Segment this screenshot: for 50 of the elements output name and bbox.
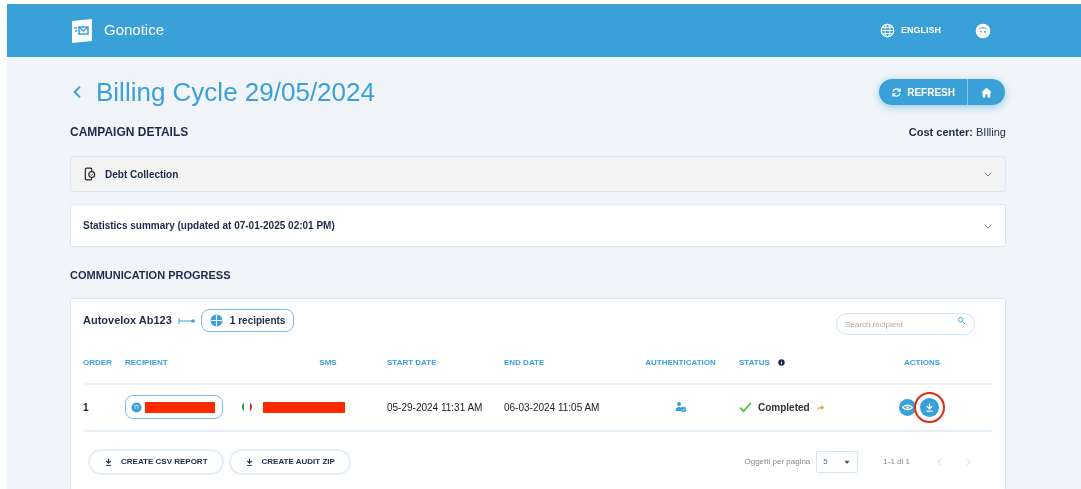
accordion-panel[interactable]: Debt Collection <box>70 156 1006 192</box>
user-avatar-icon <box>131 401 142 413</box>
home-icon <box>980 85 993 99</box>
download-button[interactable] <box>920 397 939 417</box>
logo-icon <box>70 17 94 44</box>
page-title: Billing Cycle 29/05/2024 <box>96 75 375 109</box>
column-header: START DATE <box>387 357 437 367</box>
column-header: AUTHENTICATION <box>645 357 716 367</box>
flag-icon <box>241 401 253 413</box>
download-icon <box>104 456 113 467</box>
per-page-label: Oggetti per pagina <box>744 455 811 468</box>
search-field[interactable]: Search recipient <box>836 313 975 335</box>
phone-check-icon <box>83 166 97 182</box>
user-avatar-icon[interactable] <box>975 22 991 39</box>
download-icon <box>924 401 935 413</box>
status-text: Completed <box>758 400 810 415</box>
redaction-bar <box>145 401 215 413</box>
column-header: RECIPIENT <box>125 357 168 367</box>
recipient-chip[interactable] <box>125 395 223 419</box>
accordion-panel[interactable]: Statistics summary (updated at 07-01-2025 02:01 PM) <box>70 204 1006 247</box>
table-cell: 06-03-2024 11:05 AM <box>504 401 600 413</box>
column-header: ACTIONS <box>904 357 940 367</box>
connector-icon <box>177 315 195 326</box>
report-button[interactable]: CREATE AUDIT ZIP <box>228 448 351 475</box>
recipients-count: 1 recipients <box>229 314 286 328</box>
column-header: ORDER <box>83 357 112 367</box>
column-header: STATUS <box>739 356 770 369</box>
checkmark-icon <box>739 400 752 414</box>
download-icon <box>244 456 254 467</box>
forward-arrow-icon <box>815 402 825 412</box>
section-heading: COMMUNICATION PROGRESS <box>70 268 232 283</box>
table-cell: 05-29-2024 11:31 AM <box>387 401 483 413</box>
panel-title: Debt Collection <box>105 167 179 182</box>
view-button[interactable] <box>899 398 916 416</box>
search-icon <box>957 315 966 325</box>
refresh-icon <box>891 86 903 98</box>
column-header: SMS <box>319 357 337 367</box>
campaign-name: Autovelox Ab123 <box>83 313 172 329</box>
cost-center-text: Cost center: BIlling <box>908 124 1006 140</box>
panel-title: Statistics summary (updated at 07-01-2025 02:01 PM) <box>83 219 335 233</box>
section-heading: CAMPAIGN DETAILS <box>70 124 189 141</box>
app-name: Gonotice <box>104 20 165 41</box>
globe-icon <box>880 23 895 38</box>
table-cell: 1 <box>83 401 89 413</box>
user-check-icon <box>674 401 687 413</box>
page-range: 1-1 di 1 <box>883 455 910 468</box>
column-header: END DATE <box>504 357 545 367</box>
report-button[interactable]: CREATE CSV REPORT <box>88 448 224 475</box>
info-icon <box>777 359 785 366</box>
per-page-select[interactable]: 5 <box>816 450 859 473</box>
